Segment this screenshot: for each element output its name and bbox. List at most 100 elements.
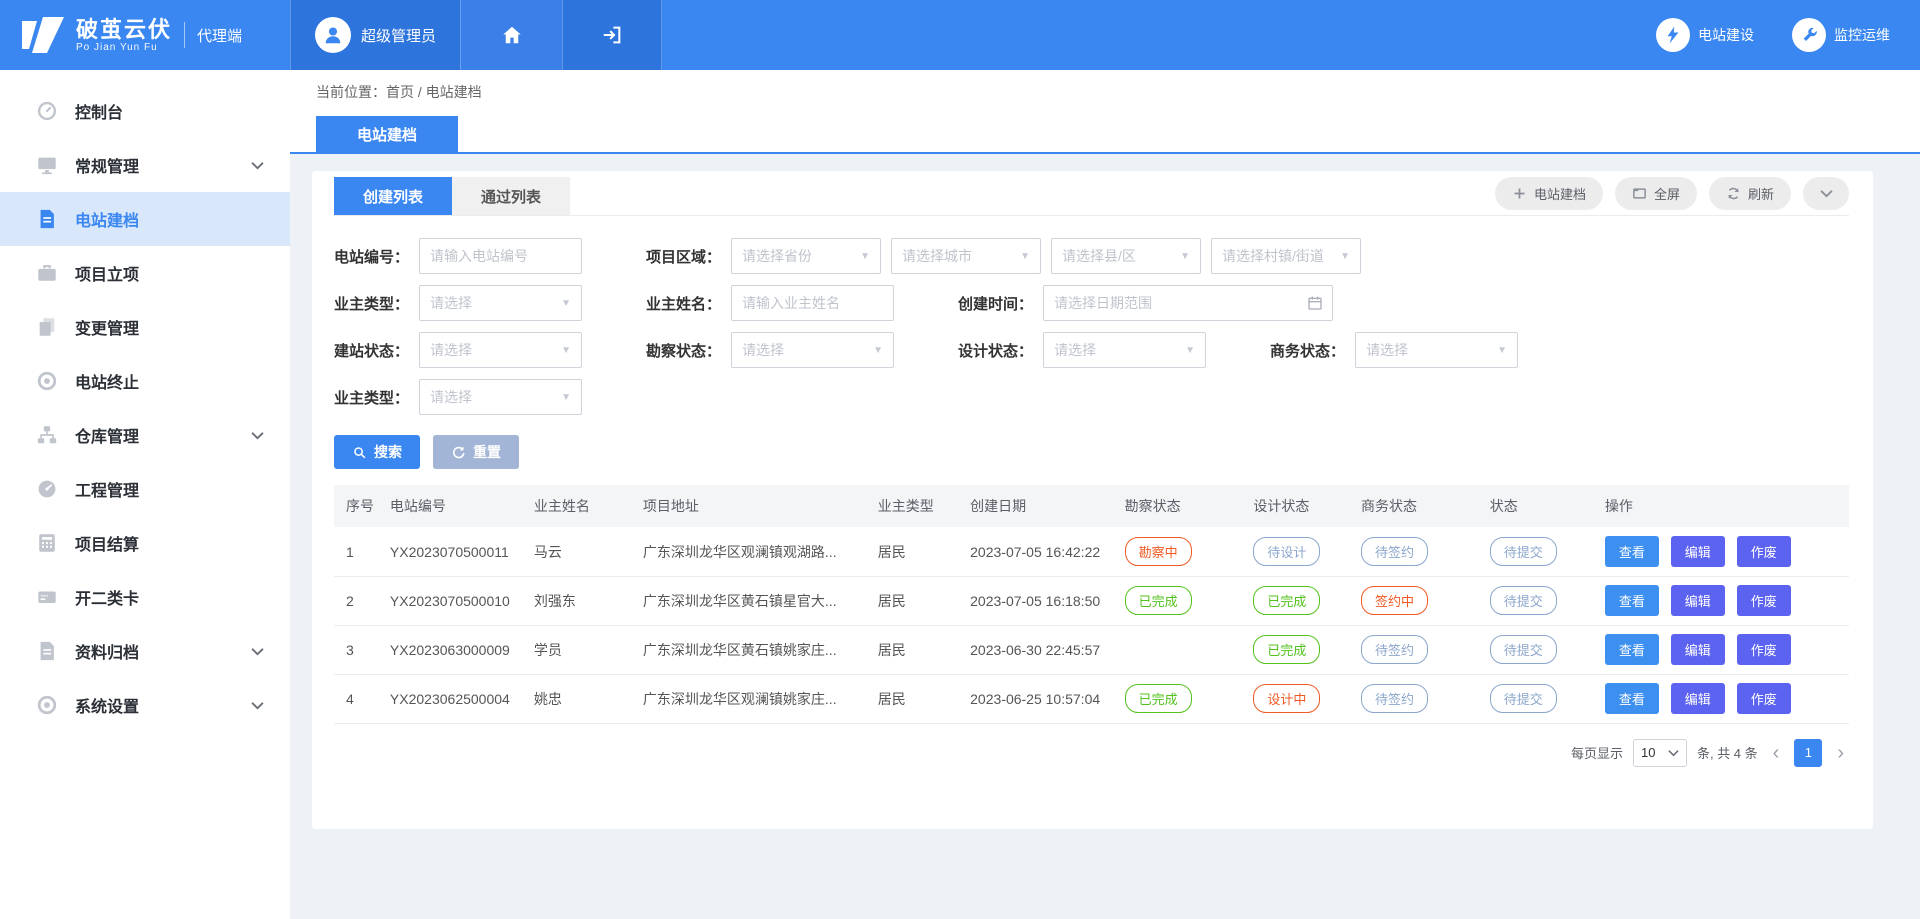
void-button[interactable]: 作废 xyxy=(1737,683,1791,714)
owner-name-input[interactable] xyxy=(731,285,894,321)
business-status-select[interactable]: 请选择▼ xyxy=(1355,332,1518,368)
sidebar-item-project-settlement[interactable]: 项目结算 xyxy=(0,516,290,570)
page-tab-row: 电站建档 xyxy=(290,114,1920,154)
pagination: 每页显示 10 条, 共 4 条 ‹ 1 › xyxy=(334,739,1849,767)
sidebar-item-label: 项目结算 xyxy=(75,531,264,555)
business-status-badge: 待签约 xyxy=(1361,684,1428,713)
sidebar-item-station-archive[interactable]: 电站建档 xyxy=(0,192,290,246)
nav-station-build[interactable]: 电站建设 xyxy=(1656,18,1754,52)
col-actions: 操作 xyxy=(1593,485,1849,527)
user-menu[interactable]: 超级管理员 xyxy=(290,0,460,70)
tab-passed-list[interactable]: 通过列表 xyxy=(452,177,570,215)
next-page-button[interactable]: › xyxy=(1832,743,1849,763)
owner-type2-label: 业主类型： xyxy=(334,387,409,408)
sidebar-item-change-mgmt[interactable]: 变更管理 xyxy=(0,300,290,354)
edit-button[interactable]: 编辑 xyxy=(1671,634,1725,665)
sidebar-item-general-mgmt[interactable]: 常规管理 xyxy=(0,138,290,192)
create-station-button[interactable]: 电站建档 xyxy=(1495,177,1603,210)
breadcrumb-path: 首页 / 电站建档 xyxy=(386,82,482,102)
refresh-button[interactable]: 刷新 xyxy=(1709,177,1791,210)
nav-label: 监控运维 xyxy=(1834,25,1890,45)
sidebar-item-label: 常规管理 xyxy=(75,153,251,177)
sidebar-item-system-settings[interactable]: 系统设置 xyxy=(0,678,290,732)
calendar-icon xyxy=(1307,295,1323,311)
col-survey: 勘察状态 xyxy=(1113,485,1242,527)
caret-down-icon: ▼ xyxy=(1340,251,1350,262)
logo-subtitle: Po Jian Yun Fu xyxy=(76,42,172,53)
view-button[interactable]: 查看 xyxy=(1605,683,1659,714)
edit-button[interactable]: 编辑 xyxy=(1671,536,1725,567)
caret-down-icon: ▼ xyxy=(561,345,571,356)
date-range-input[interactable] xyxy=(1043,285,1333,321)
caret-down-icon: ▼ xyxy=(1020,251,1030,262)
monitor-icon xyxy=(36,154,58,176)
town-select[interactable]: 请选择村镇/街道▼ xyxy=(1211,238,1361,274)
collapse-button[interactable] xyxy=(1803,177,1849,210)
survey-status-select[interactable]: 请选择▼ xyxy=(731,332,894,368)
owner-type-select[interactable]: 请选择▼ xyxy=(419,285,582,321)
region-label: 项目区域： xyxy=(646,246,721,267)
sidebar-item-station-termination[interactable]: 电站终止 xyxy=(0,354,290,408)
top-nav: 电站建设 监控运维 xyxy=(1656,0,1890,70)
nav-monitor-ops[interactable]: 监控运维 xyxy=(1792,18,1890,52)
design-status-badge: 设计中 xyxy=(1253,684,1320,713)
district-select[interactable]: 请选择县/区▼ xyxy=(1051,238,1201,274)
build-status-select[interactable]: 请选择▼ xyxy=(419,332,582,368)
business-status-badge: 签约中 xyxy=(1361,586,1428,615)
owner-type2-select[interactable]: 请选择▼ xyxy=(419,379,582,415)
main-content: 当前位置： 首页 / 电站建档 电站建档 创建列表 通过列表 xyxy=(290,70,1920,919)
home-button[interactable] xyxy=(460,0,562,70)
app-root: 破茧云伏 Po Jian Yun Fu 代理端 超级管理员 xyxy=(0,0,1920,919)
logout-button[interactable] xyxy=(562,0,662,70)
survey-status-badge: 已完成 xyxy=(1125,586,1192,615)
files-icon xyxy=(36,316,58,338)
caret-down-icon: ▼ xyxy=(561,298,571,309)
prev-page-button[interactable]: ‹ xyxy=(1768,743,1785,763)
sidebar-item-project-initiation[interactable]: 项目立项 xyxy=(0,246,290,300)
col-type: 业主类型 xyxy=(866,485,958,527)
survey-status-badge: 勘察中 xyxy=(1125,537,1192,566)
sidebar-item-label: 开二类卡 xyxy=(75,585,264,609)
view-button[interactable]: 查看 xyxy=(1605,536,1659,567)
date-range-picker[interactable] xyxy=(1043,285,1333,321)
sidebar-item-label: 资料归档 xyxy=(75,639,251,663)
tab-create-list[interactable]: 创建列表 xyxy=(334,177,452,215)
warehouse-icon xyxy=(36,424,58,446)
void-button[interactable]: 作废 xyxy=(1737,634,1791,665)
sidebar-item-label: 变更管理 xyxy=(75,315,264,339)
page-tab-station-archive[interactable]: 电站建档 xyxy=(316,116,458,152)
caret-down-icon: ▼ xyxy=(561,392,571,403)
reset-button[interactable]: 重置 xyxy=(433,435,519,469)
sidebar-item-console[interactable]: 控制台 xyxy=(0,84,290,138)
sidebar-item-warehouse-mgmt[interactable]: 仓库管理 xyxy=(0,408,290,462)
search-icon xyxy=(352,445,367,460)
business-status-badge: 待签约 xyxy=(1361,635,1428,664)
void-button[interactable]: 作废 xyxy=(1737,536,1791,567)
sidebar-item-engineering-mgmt[interactable]: 工程管理 xyxy=(0,462,290,516)
edit-button[interactable]: 编辑 xyxy=(1671,585,1725,616)
create-station-label: 电站建档 xyxy=(1534,184,1586,203)
col-created: 创建日期 xyxy=(958,485,1113,527)
city-select[interactable]: 请选择城市▼ xyxy=(891,238,1041,274)
view-button[interactable]: 查看 xyxy=(1605,634,1659,665)
search-button[interactable]: 搜索 xyxy=(334,435,420,469)
edit-button[interactable]: 编辑 xyxy=(1671,683,1725,714)
gauge-icon xyxy=(36,478,58,500)
build-status-label: 建站状态： xyxy=(334,340,409,361)
per-page-label: 每页显示 xyxy=(1571,743,1623,762)
design-status-select[interactable]: 请选择▼ xyxy=(1043,332,1206,368)
portal-label: 代理端 xyxy=(184,22,242,48)
sidebar-item-data-archive[interactable]: 资料归档 xyxy=(0,624,290,678)
per-page-select[interactable]: 10 xyxy=(1633,739,1687,767)
page-1-button[interactable]: 1 xyxy=(1794,739,1822,767)
void-button[interactable]: 作废 xyxy=(1737,585,1791,616)
sidebar-item-type2-card[interactable]: 开二类卡 xyxy=(0,570,290,624)
view-button[interactable]: 查看 xyxy=(1605,585,1659,616)
station-code-input[interactable] xyxy=(419,238,582,274)
fullscreen-button[interactable]: 全屏 xyxy=(1615,177,1697,210)
business-status-label: 商务状态： xyxy=(1270,340,1345,361)
reset-label: 重置 xyxy=(473,442,501,462)
user-name: 超级管理员 xyxy=(361,25,436,46)
sidebar-item-label: 项目立项 xyxy=(75,261,264,285)
province-select[interactable]: 请选择省份▼ xyxy=(731,238,881,274)
